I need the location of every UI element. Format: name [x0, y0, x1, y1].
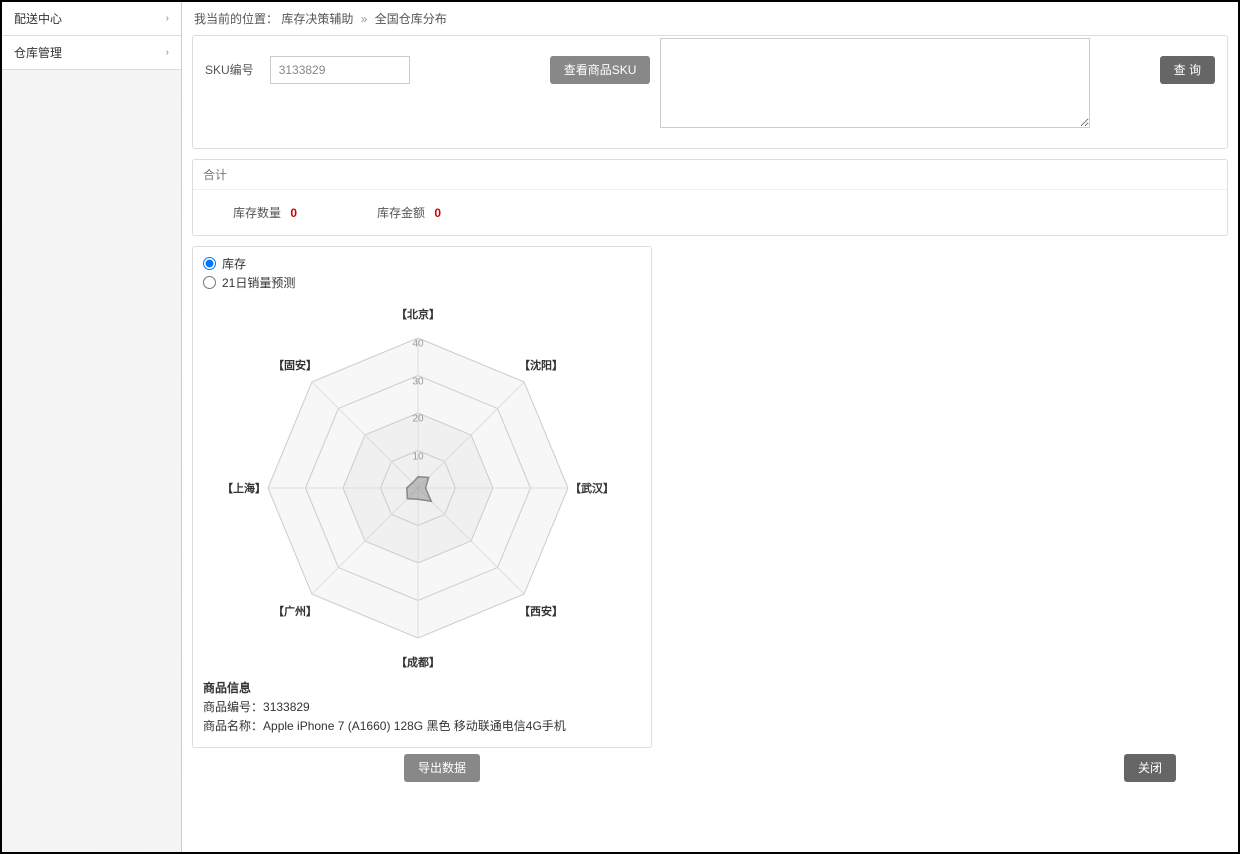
radar-axis-label: 【西安】: [519, 603, 563, 619]
product-code-label: 商品编号：: [203, 700, 263, 714]
sidebar-item-distribution[interactable]: 配送中心 ›: [2, 2, 181, 36]
breadcrumb-part2: 全国仓库分布: [375, 12, 447, 26]
radar-ring-label: 40: [412, 339, 423, 350]
chevron-right-icon: ›: [166, 47, 169, 58]
product-name-label: 商品名称：: [203, 719, 263, 733]
export-button[interactable]: 导出数据: [404, 754, 480, 782]
radar-svg: [203, 293, 633, 673]
stats-panel: 合计 库存数量 0 库存金额 0: [192, 159, 1228, 236]
sidebar-item-warehouse[interactable]: 仓库管理 ›: [2, 36, 181, 70]
breadcrumb-part1: 库存决策辅助: [281, 12, 353, 26]
stat-qty: 库存数量 0: [233, 204, 297, 221]
radio-sales-label: 21日销量预测: [222, 274, 295, 291]
sidebar-item-label: 配送中心: [14, 10, 62, 27]
radar-axis-label: 【北京】: [396, 306, 440, 322]
radar-axis-label: 【固安】: [273, 357, 317, 373]
radar-chart: 10 20 30 40 【北京】【沈阳】【武汉】【西安】【成都】 【广州】 【上海】 【固安】: [203, 293, 633, 673]
radar-axis-label: 【武汉】: [570, 480, 614, 496]
sku-input[interactable]: [270, 56, 410, 84]
radar-axis-label: 【广州】: [273, 603, 317, 619]
product-info: 商品信息 商品编号：3133829 商品名称：Apple iPhone 7 (A…: [203, 679, 641, 737]
close-button[interactable]: 关闭: [1124, 754, 1176, 782]
radar-axis-label: 【沈阳】: [519, 357, 563, 373]
breadcrumb-prefix: 我当前的位置：: [194, 12, 278, 26]
breadcrumb-sep: »: [361, 12, 368, 26]
product-code-row: 商品编号：3133829: [203, 698, 641, 717]
search-panel: SKU编号 查看商品SKU 查 询: [192, 35, 1228, 149]
product-name-row: 商品名称：Apple iPhone 7 (A1660) 128G 黑色 移动联通…: [203, 717, 641, 736]
stats-header: 合计: [193, 160, 1227, 190]
radio-sales[interactable]: 21日销量预测: [203, 274, 641, 291]
main-content: 我当前的位置： 库存决策辅助 » 全国仓库分布 SKU编号 查看商品SKU 查 …: [182, 2, 1238, 852]
radar-ring-label: 20: [412, 414, 423, 425]
radio-sales-input[interactable]: [203, 276, 216, 289]
radar-chart-card: 库存 21日销量预测 10 20 30 40 【北京】【沈阳】【武汉】【西安】【成都】 【…: [192, 246, 652, 748]
radar-ring-label: 30: [412, 376, 423, 387]
product-info-title: 商品信息: [203, 679, 641, 698]
stat-amt-value: 0: [434, 206, 441, 220]
radio-stock[interactable]: 库存: [203, 255, 641, 272]
stat-amt: 库存金额 0: [377, 204, 441, 221]
stat-qty-label: 库存数量: [233, 206, 281, 220]
radar-ring-label: 10: [412, 451, 423, 462]
product-code-value: 3133829: [263, 700, 310, 714]
view-sku-button[interactable]: 查看商品SKU: [550, 56, 651, 84]
sidebar: 配送中心 › 仓库管理 ›: [2, 2, 182, 852]
search-button[interactable]: 查 询: [1160, 56, 1215, 84]
chevron-right-icon: ›: [166, 13, 169, 24]
sku-label: SKU编号: [205, 56, 254, 84]
footer-buttons: 导出数据 关闭: [182, 748, 1238, 788]
sidebar-item-label: 仓库管理: [14, 44, 62, 61]
radio-stock-label: 库存: [222, 255, 246, 272]
stat-qty-value: 0: [290, 206, 297, 220]
breadcrumb: 我当前的位置： 库存决策辅助 » 全国仓库分布: [182, 2, 1238, 35]
stat-amt-label: 库存金额: [377, 206, 425, 220]
radar-axis-label: 【上海】: [222, 480, 266, 496]
product-name-value: Apple iPhone 7 (A1660) 128G 黑色 移动联通电信4G手…: [263, 719, 566, 733]
notes-textarea[interactable]: [660, 38, 1090, 128]
radio-stock-input[interactable]: [203, 257, 216, 270]
radar-axis-label: 【成都】: [396, 654, 440, 670]
